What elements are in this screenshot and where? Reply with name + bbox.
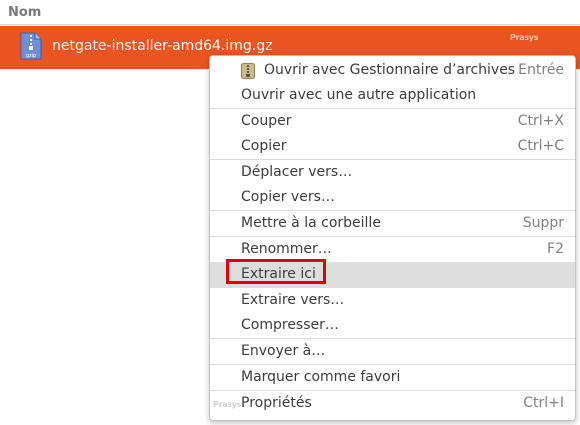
watermark-menu: Prasys [213, 400, 242, 409]
menu-item-extract-to[interactable]: Extraire vers… [210, 288, 575, 314]
menu-item-move-to-trash[interactable]: Mettre à la corbeille Suppr [210, 211, 575, 237]
menu-item-label: Ouvrir avec une autre application [241, 87, 477, 103]
menu-item-copy-to[interactable]: Copier vers… [210, 185, 575, 211]
gzip-icon-caption: gzip [26, 53, 36, 59]
menu-item-label: Propriétés [241, 395, 312, 411]
menu-item-cut[interactable]: Couper Ctrl+X [210, 109, 575, 135]
menu-item-properties[interactable]: Propriétés Ctrl+I [210, 391, 575, 417]
menu-item-send-to[interactable]: Envoyer à… [210, 339, 575, 365]
menu-item-label: Renommer… [241, 241, 332, 257]
menu-item-label: Marquer comme favori [241, 369, 401, 385]
menu-item-label: Envoyer à… [241, 343, 326, 359]
menu-item-label: Copier vers… [241, 189, 335, 205]
menu-item-label: Extraire vers… [241, 292, 345, 308]
highlight-annotation-box [226, 259, 326, 284]
menu-item-label: Déplacer vers… [241, 164, 353, 180]
menu-item-open-other-app[interactable]: Ouvrir avec une autre application [210, 83, 575, 109]
file-name: netgate-installer-amd64.img.gz [52, 38, 273, 54]
menu-item-shortcut: Ctrl+C [517, 138, 564, 154]
menu-item-label: Couper [241, 113, 292, 129]
menu-item-shortcut: F2 [547, 241, 564, 257]
menu-item-label: Ouvrir avec Gestionnaire d’archives [264, 62, 516, 78]
menu-item-label: Copier [241, 138, 287, 154]
menu-item-star[interactable]: Marquer comme favori [210, 365, 575, 391]
column-header-name[interactable]: Nom [8, 5, 41, 20]
menu-item-copy[interactable]: Copier Ctrl+C [210, 134, 575, 160]
menu-item-shortcut: Suppr [522, 215, 564, 231]
context-menu: Ouvrir avec Gestionnaire d’archives Entr… [209, 55, 576, 421]
menu-item-shortcut: Ctrl+X [517, 113, 564, 129]
menu-item-open-archive-manager[interactable]: Ouvrir avec Gestionnaire d’archives Entr… [210, 58, 575, 84]
archive-manager-icon [241, 63, 255, 79]
menu-item-compress[interactable]: Compresser… [210, 313, 575, 339]
menu-item-label: Compresser… [241, 317, 339, 333]
menu-item-shortcut: Ctrl+I [523, 395, 564, 411]
menu-item-shortcut: Entrée [518, 62, 564, 78]
menu-item-move-to[interactable]: Déplacer vers… [210, 160, 575, 186]
menu-item-label: Mettre à la corbeille [241, 215, 381, 231]
gzip-archive-icon: gzip [20, 32, 42, 60]
watermark-row: Prasys [510, 33, 539, 42]
column-header-bar: Nom [0, 0, 580, 25]
